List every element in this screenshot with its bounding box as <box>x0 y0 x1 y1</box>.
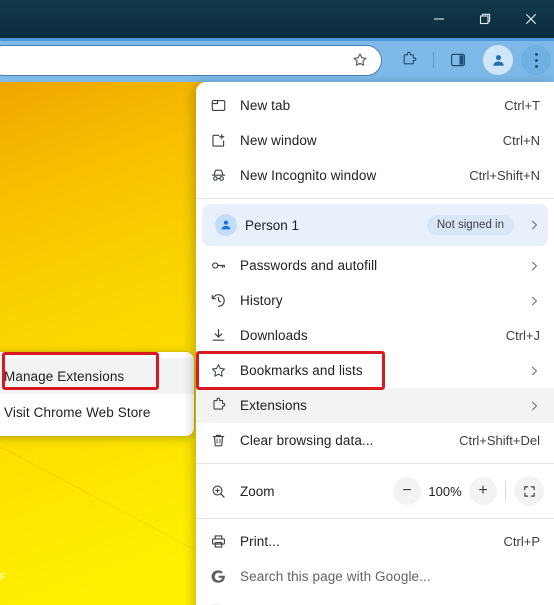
incognito-icon <box>196 167 240 184</box>
google-g-icon <box>196 568 240 585</box>
menu-item-downloads[interactable]: Downloads Ctrl+J <box>196 318 554 353</box>
zoom-out-button[interactable]: − <box>393 477 421 505</box>
chevron-right-icon <box>524 365 540 377</box>
minimize-button[interactable] <box>416 0 462 38</box>
menu-item-print[interactable]: Print... Ctrl+P <box>196 524 554 559</box>
submenu-label: Manage Extensions <box>4 368 125 384</box>
menu-item-translate[interactable]: Translate... <box>196 594 554 605</box>
side-panel-icon[interactable] <box>443 45 473 75</box>
zoom-in-button[interactable]: + <box>469 477 497 505</box>
menu-item-profile[interactable]: Person 1 Not signed in <box>202 204 548 246</box>
menu-item-label: Clear browsing data... <box>240 433 374 448</box>
toolbar-divider <box>433 52 434 68</box>
browser-toolbar <box>0 38 554 82</box>
person-avatar-icon[interactable] <box>483 45 513 75</box>
close-button[interactable] <box>508 0 554 38</box>
menu-item-label: Bookmarks and lists <box>240 363 363 378</box>
menu-item-history[interactable]: History <box>196 283 554 318</box>
download-icon <box>196 327 240 344</box>
menu-item-shortcut: Ctrl+Shift+Del <box>459 433 540 448</box>
menu-item-label: Downloads <box>240 328 308 343</box>
person-avatar-icon <box>207 214 245 236</box>
menu-item-label: History <box>240 293 283 308</box>
star-icon[interactable] <box>351 51 371 71</box>
menu-item-label: Passwords and autofill <box>240 258 378 273</box>
zoom-magnifier-icon <box>196 483 240 500</box>
menu-item-shortcut: Ctrl+Shift+N <box>469 168 540 183</box>
menu-item-label: New window <box>240 133 317 148</box>
menu-divider <box>196 518 554 519</box>
chevron-right-icon <box>524 295 540 307</box>
address-bar[interactable] <box>0 45 382 76</box>
menu-item-shortcut: Ctrl+T <box>504 98 540 113</box>
chevron-right-icon <box>524 400 540 412</box>
chevron-right-icon <box>520 219 540 231</box>
window-controls <box>416 0 554 38</box>
menu-item-shortcut: Ctrl+P <box>503 534 540 549</box>
menu-item-passwords-and-autofill[interactable]: Passwords and autofill <box>196 248 554 283</box>
menu-divider <box>196 463 554 464</box>
menu-item-bookmarks-and-lists[interactable]: Bookmarks and lists <box>196 353 554 388</box>
puzzle-piece-icon <box>196 397 240 414</box>
submenu-item-manage-extensions[interactable]: Manage Extensions <box>0 358 194 394</box>
chrome-main-menu: New tab Ctrl+T New window Ctrl+N New Inc… <box>196 82 554 605</box>
zoom-label: Zoom <box>240 483 275 499</box>
menu-item-new-incognito-window[interactable]: New Incognito window Ctrl+Shift+N <box>196 158 554 193</box>
new-window-icon <box>196 132 240 149</box>
trash-icon <box>196 432 240 449</box>
menu-item-shortcut: Ctrl+J <box>505 328 540 343</box>
menu-item-label: Print... <box>240 534 280 549</box>
menu-item-label: Extensions <box>240 398 308 413</box>
zoom-value: 100% <box>428 483 462 499</box>
submenu-label: Visit Chrome Web Store <box>4 404 151 420</box>
fullscreen-icon[interactable] <box>514 476 544 506</box>
three-dot-menu-icon[interactable] <box>521 45 551 75</box>
browser-window: CLIF Manage Extensions Visit Chrome Web … <box>0 0 554 605</box>
menu-zoom-row: Zoom − 100% + <box>196 469 554 513</box>
printer-icon <box>196 533 240 550</box>
menu-divider <box>196 198 554 199</box>
menu-item-new-window[interactable]: New window Ctrl+N <box>196 123 554 158</box>
menu-item-label: New Incognito window <box>240 168 377 183</box>
menu-item-new-tab[interactable]: New tab Ctrl+T <box>196 88 554 123</box>
menu-item-clear-browsing-data[interactable]: Clear browsing data... Ctrl+Shift+Del <box>196 423 554 458</box>
key-icon <box>196 257 240 274</box>
profile-name: Person 1 <box>245 217 300 233</box>
restore-button[interactable] <box>462 0 508 38</box>
status-badge: Not signed in <box>426 215 514 235</box>
extensions-submenu: Manage Extensions Visit Chrome Web Store <box>0 352 194 436</box>
menu-item-label: New tab <box>240 98 291 113</box>
menu-item-label: Search this page with Google... <box>240 569 431 584</box>
zoom-divider <box>505 481 506 501</box>
menu-item-extensions[interactable]: Extensions <box>196 388 554 423</box>
toolbar-actions <box>390 38 554 82</box>
menu-item-shortcut: Ctrl+N <box>502 133 540 148</box>
history-clock-icon <box>196 292 240 309</box>
chevron-right-icon <box>524 260 540 272</box>
submenu-item-visit-chrome-web-store[interactable]: Visit Chrome Web Store <box>0 394 194 430</box>
menu-item-search-with-google[interactable]: Search this page with Google... <box>196 559 554 594</box>
new-tab-icon <box>196 97 240 114</box>
puzzle-piece-icon[interactable] <box>394 45 424 75</box>
window-title-bar <box>0 0 554 38</box>
star-icon <box>196 362 240 379</box>
wallpaper-text: CLIF <box>0 572 7 583</box>
